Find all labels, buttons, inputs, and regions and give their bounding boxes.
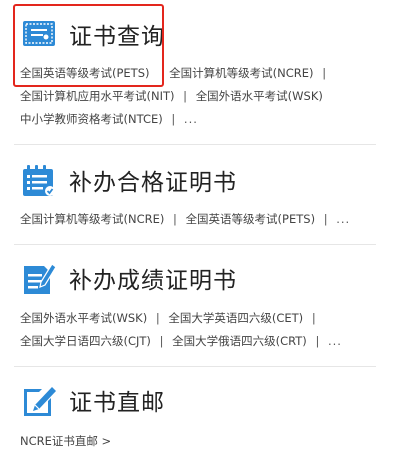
section-header[interactable]: 证书直邮 <box>14 380 376 420</box>
checklist-icon <box>23 165 55 196</box>
highlight-frame <box>13 4 164 87</box>
section-header[interactable]: 补办成绩证明书 <box>14 258 376 298</box>
separator: | <box>322 66 327 80</box>
separator: | <box>173 212 177 226</box>
link-ncre-mail[interactable]: NCRE证书直邮 > <box>20 434 111 448</box>
separator: | <box>159 334 164 348</box>
divider <box>14 244 376 245</box>
link-row: 全国外语水平考试(WSK) | 全国大学英语四六级(CET) | <box>20 307 376 330</box>
section-reissue-score-certificate: 补办成绩证明书 全国外语水平考试(WSK) | 全国大学英语四六级(CET) |… <box>14 258 376 353</box>
link-wsk[interactable]: 全国外语水平考试(WSK) <box>196 89 323 103</box>
link-ncre[interactable]: 全国计算机等级考试(NCRE) <box>20 212 164 226</box>
link-crt[interactable]: 全国大学俄语四六级(CRT) <box>172 334 307 348</box>
link-list: 全国外语水平考试(WSK) | 全国大学英语四六级(CET) | 全国大学日语四… <box>14 307 376 353</box>
link-nit[interactable]: 全国计算机应用水平考试(NIT) <box>20 89 175 103</box>
section-title: 补办成绩证明书 <box>69 268 237 294</box>
divider <box>14 366 376 367</box>
section-title: 补办合格证明书 <box>69 170 237 196</box>
section-title: 证书直邮 <box>69 390 165 416</box>
more-link[interactable]: ... <box>336 212 350 226</box>
pencil-square-icon <box>24 387 56 416</box>
link-list: NCRE证书直邮 > <box>14 430 376 453</box>
link-row: 全国计算机应用水平考试(NIT) | 全国外语水平考试(WSK) <box>20 85 376 108</box>
separator: | <box>183 89 188 103</box>
separator: | <box>155 311 160 325</box>
link-row: NCRE证书直邮 > <box>20 430 376 453</box>
more-link[interactable]: ... <box>328 334 342 348</box>
link-wsk[interactable]: 全国外语水平考试(WSK) <box>20 311 147 325</box>
link-cjt[interactable]: 全国大学日语四六级(CJT) <box>20 334 151 348</box>
link-ntce[interactable]: 中小学教师资格考试(NTCE) <box>20 112 163 126</box>
separator: | <box>323 212 328 226</box>
link-row: 中小学教师资格考试(NTCE) | ... <box>20 108 376 131</box>
section-reissue-pass-certificate: 补办合格证明书 全国计算机等级考试(NCRE) | 全国英语等级考试(PETS)… <box>14 160 376 231</box>
link-ncre[interactable]: 全国计算机等级考试(NCRE) <box>169 66 313 80</box>
link-pets[interactable]: 全国英语等级考试(PETS) <box>186 212 316 226</box>
section-header[interactable]: 补办合格证明书 <box>14 160 376 200</box>
document-edit-icon <box>24 263 57 294</box>
divider <box>14 144 376 145</box>
link-row: 全国计算机等级考试(NCRE) | 全国英语等级考试(PETS) | ... <box>20 208 376 231</box>
link-row: 全国大学日语四六级(CJT) | 全国大学俄语四六级(CRT) | ... <box>20 330 376 353</box>
more-link[interactable]: ... <box>184 112 198 126</box>
link-cet[interactable]: 全国大学英语四六级(CET) <box>168 311 303 325</box>
separator: | <box>311 311 316 325</box>
separator: | <box>315 334 320 348</box>
section-certificate-mail: 证书直邮 NCRE证书直邮 > <box>14 380 376 453</box>
separator: | <box>171 112 176 126</box>
link-list: 全国计算机等级考试(NCRE) | 全国英语等级考试(PETS) | ... <box>14 208 376 231</box>
